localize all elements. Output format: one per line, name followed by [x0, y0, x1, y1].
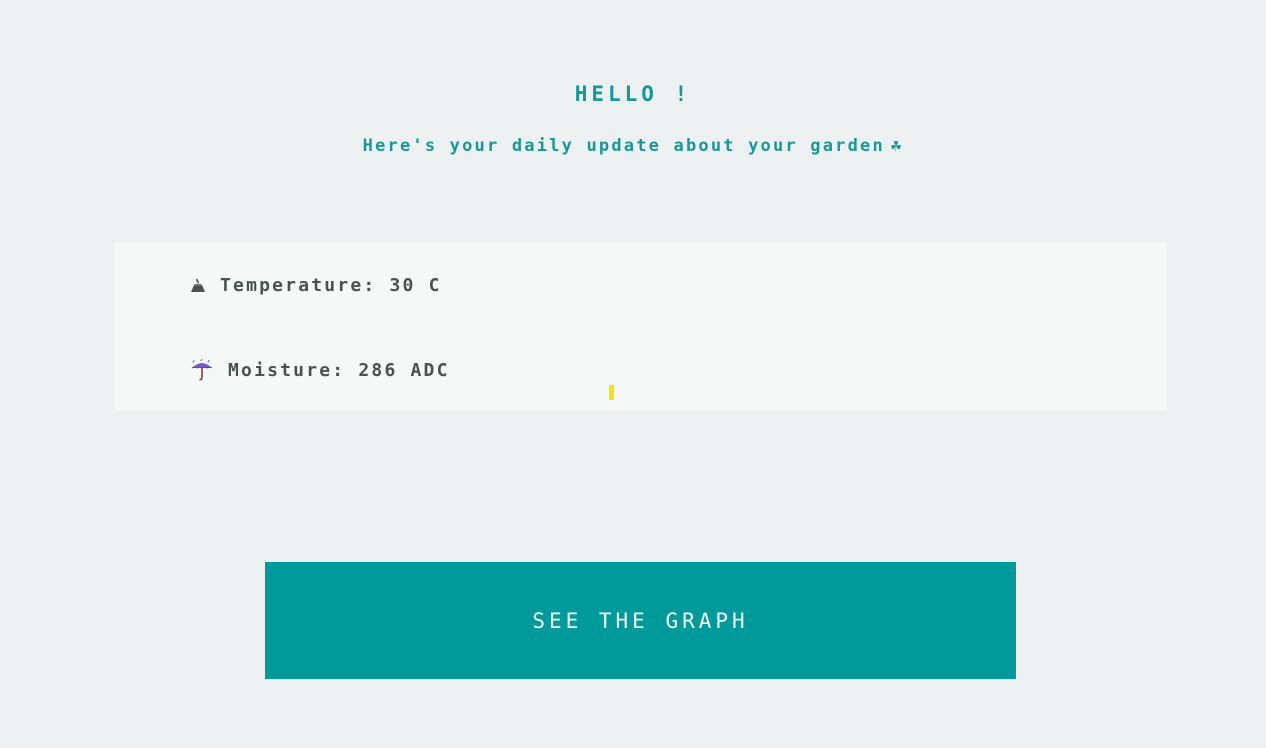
page-subtitle: Here's your daily update about your gard…	[0, 136, 1266, 156]
shamrock-icon: ☘	[890, 136, 904, 156]
text-cursor-marker	[609, 385, 614, 400]
subtitle-text: Here's your daily update about your gard…	[362, 136, 885, 156]
temperature-reading: Temperature: 30 C	[190, 275, 442, 296]
temperature-label: Temperature: 30 C	[220, 275, 442, 296]
moisture-reading: Moisture: 286 ADC	[190, 359, 450, 381]
umbrella-rain-icon	[190, 359, 214, 381]
moisture-label: Moisture: 286 ADC	[228, 359, 450, 381]
page-title: HELLO !	[574, 82, 692, 106]
volcano-icon	[190, 278, 206, 294]
readings-panel: Temperature: 30 C Moisture: 286 ADC	[114, 242, 1167, 411]
see-graph-button[interactable]: SEE THE GRAPH	[265, 562, 1016, 679]
